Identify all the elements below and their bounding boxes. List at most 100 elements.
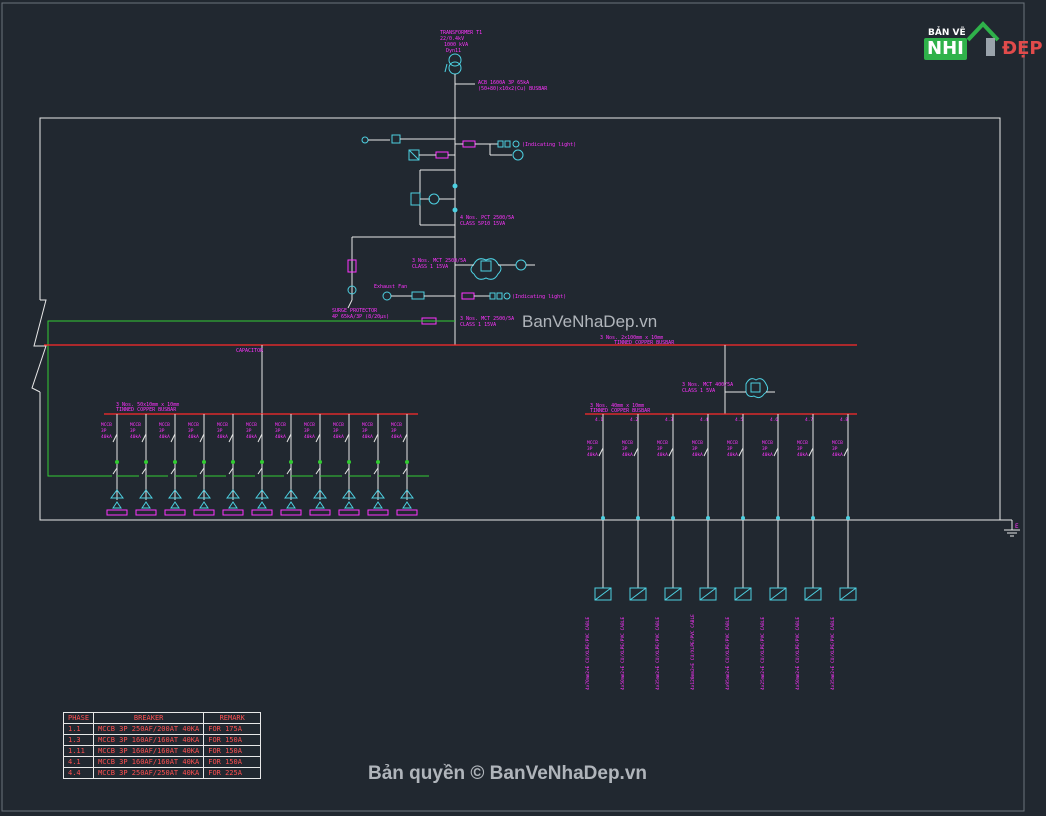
table-row: 1.3 MCCB 3P 160AF/160AT 40KA FOR 150A bbox=[62, 734, 262, 746]
ct-note-1b: CLASS 5P10 15VA bbox=[460, 221, 505, 227]
breaker-label: 3P bbox=[762, 446, 768, 452]
breaker-symbol bbox=[598, 447, 604, 457]
panel-frame bbox=[39, 117, 1001, 521]
meter-diagonal bbox=[594, 587, 612, 601]
capacitor-icon bbox=[228, 501, 238, 509]
cable-note: 4x50mm2+E CU/XLPE/PVC CABLE bbox=[620, 617, 626, 690]
meter-diagonal bbox=[664, 587, 682, 601]
indicating-light-mid: (Indicating light) bbox=[512, 294, 566, 300]
earth-node bbox=[144, 460, 148, 464]
breaker-label: 40kA bbox=[304, 434, 315, 440]
breaker-label: MCCB bbox=[159, 422, 170, 428]
earth-node bbox=[405, 460, 409, 464]
right-feeder: 4.6 MCCB3P40kA 4x25mm2+E CU/XLPE/PVC CABLE bbox=[760, 414, 787, 690]
logo-ban-ve: BẢN VẼ bbox=[928, 28, 966, 38]
contactor-symbol bbox=[170, 467, 176, 475]
indicating-light-top: (Indicating light) bbox=[522, 142, 576, 148]
breaker-label: MCCB bbox=[391, 422, 402, 428]
breaker-label: MCCB bbox=[188, 422, 199, 428]
contactor-symbol bbox=[228, 467, 234, 475]
feeder-tag: 4.8 bbox=[840, 417, 848, 423]
breaker-label: 3P bbox=[130, 428, 136, 434]
right-feeder: 4.1 MCCB3P40kA 4x70mm2+E CU/XLPE/PVC CABLE bbox=[585, 414, 612, 690]
right-feeder: 4.4 MCCB3P40kA 4x120mm2+E CU/XLPE/PVC CABL… bbox=[690, 414, 717, 690]
breaker-label: 40kA bbox=[333, 434, 344, 440]
capacitor-icon bbox=[170, 501, 180, 509]
left-feeder: MCCB3P40kA bbox=[391, 414, 429, 516]
capacitor-tag bbox=[251, 509, 273, 516]
breaker-label: 3P bbox=[622, 446, 628, 452]
right-feeder: 4.2 MCCB3P40kA 4x50mm2+E CU/XLPE/PVC CABLE bbox=[620, 414, 647, 690]
busbar-left-label-b: TINNED COPPER BUSBAR bbox=[116, 407, 177, 413]
header-breaker: BREAKER bbox=[93, 712, 205, 724]
breaker-label: 3P bbox=[692, 446, 698, 452]
feeder-tag: 4.3 bbox=[665, 417, 673, 423]
breaker-symbol bbox=[633, 447, 639, 457]
cell-phase: 4.4 bbox=[62, 767, 95, 779]
capacitor-tag bbox=[106, 509, 128, 516]
breaker-symbol bbox=[344, 433, 350, 443]
breaker-label: 40kA bbox=[727, 452, 738, 458]
contactor-symbol bbox=[373, 467, 379, 475]
cell-phase: 1.3 bbox=[62, 734, 95, 746]
watermark-center: BanVeNhaDep.vn bbox=[522, 312, 658, 331]
cell-breaker: MCCB 3P 250AF/200AT 40KA bbox=[93, 723, 205, 735]
busbar-node bbox=[636, 516, 640, 520]
capacitor-tag bbox=[164, 509, 186, 516]
table-row: 1.1 MCCB 3P 250AF/200AT 40KA FOR 175A bbox=[62, 723, 262, 735]
busbar-node bbox=[671, 516, 675, 520]
cell-remark: FOR 175A bbox=[203, 723, 262, 735]
breaker-label: 40kA bbox=[362, 434, 373, 440]
breaker-table-header: PHASE BREAKER REMARK bbox=[62, 712, 262, 724]
breaker-label: MCCB bbox=[762, 440, 773, 446]
contactor-symbol bbox=[257, 467, 263, 475]
capacitor-label: CAPACITOR bbox=[236, 348, 264, 354]
breaker-label: 40kA bbox=[692, 452, 703, 458]
header-remark: REMARK bbox=[203, 712, 262, 724]
breaker-label: 3P bbox=[304, 428, 310, 434]
right-feeder: 4.3 MCCB3P40kA 4x35mm2+E CU/XLPE/PVC CABLE bbox=[655, 414, 682, 690]
contactor-symbol bbox=[199, 467, 205, 475]
earth-node bbox=[376, 460, 380, 464]
breaker-label: 3P bbox=[391, 428, 397, 434]
frame-break bbox=[31, 299, 47, 393]
capacitor-icon bbox=[257, 501, 267, 509]
earth-node bbox=[318, 460, 322, 464]
busbar-node bbox=[846, 516, 850, 520]
breaker-label: 40kA bbox=[188, 434, 199, 440]
breaker-label: MCCB bbox=[362, 422, 373, 428]
transformer-line-4: Dyn11 bbox=[446, 48, 461, 54]
capacitor-tag bbox=[338, 509, 360, 516]
breaker-label: 3P bbox=[246, 428, 252, 434]
metering-section bbox=[361, 134, 524, 161]
earth-node bbox=[202, 460, 206, 464]
right-feeder: 4.8 MCCB3P40kA 4x35mm2+E CU/XLPE/PVC CABLE bbox=[830, 414, 857, 690]
breaker-label: 40kA bbox=[130, 434, 141, 440]
breaker-label: 40kA bbox=[159, 434, 170, 440]
cable-note: 4x35mm2+E CU/XLPE/PVC CABLE bbox=[830, 617, 836, 690]
breaker-label: 40kA bbox=[101, 434, 112, 440]
feeder-tag: 4.2 bbox=[630, 417, 638, 423]
breaker-label: 3P bbox=[101, 428, 107, 434]
contactor-symbol bbox=[402, 467, 408, 475]
breaker-label: MCCB bbox=[246, 422, 257, 428]
breaker-label: 3P bbox=[333, 428, 339, 434]
capacitor-icon bbox=[402, 501, 412, 509]
contactor-symbol bbox=[344, 467, 350, 475]
contactor-symbol bbox=[315, 467, 321, 475]
breaker-label: 3P bbox=[797, 446, 803, 452]
cable-note: 4x70mm2+E CU/XLPE/PVC CABLE bbox=[585, 617, 591, 690]
earth-node bbox=[260, 460, 264, 464]
breaker-symbol bbox=[738, 447, 744, 457]
capacitor-icon bbox=[373, 501, 383, 509]
capacitor-tag bbox=[222, 509, 244, 516]
breaker-label: 3P bbox=[587, 446, 593, 452]
capacitor-tag bbox=[280, 509, 302, 516]
cell-phase: 1.1 bbox=[62, 723, 95, 735]
cell-phase: 1.11 bbox=[62, 745, 95, 757]
breaker-label: 40kA bbox=[657, 452, 668, 458]
meter-diagonal bbox=[734, 587, 752, 601]
busbar-node bbox=[741, 516, 745, 520]
ct-note-3b: CLASS 1 15VA bbox=[460, 322, 496, 328]
meter-diagonal bbox=[629, 587, 647, 601]
